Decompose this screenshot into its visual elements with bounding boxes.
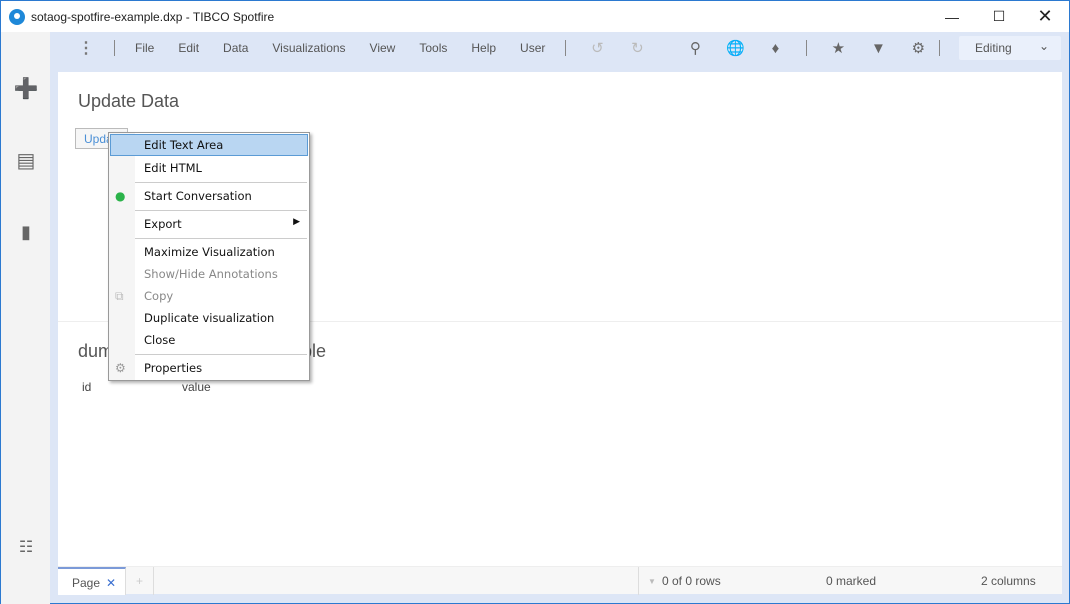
tab-page[interactable]: Page ✕ (58, 567, 126, 595)
menu-item-duplicate[interactable]: Duplicate visualization (110, 307, 308, 329)
bell-icon[interactable]: ♦ (764, 40, 786, 57)
menu-file[interactable]: File (135, 41, 154, 55)
text-area-title: Update Data (78, 91, 180, 111)
label: Export (144, 217, 182, 231)
menu-tools[interactable]: Tools (419, 41, 447, 55)
menu-item-edit-html[interactable]: Edit HTML (110, 157, 308, 179)
submenu-arrow-icon: ▶ (293, 217, 300, 227)
globe-icon[interactable]: 🌐 (724, 39, 746, 57)
tab-label: Page (72, 576, 101, 590)
menu-item-export[interactable]: Export ▶ (110, 213, 308, 235)
maximize-button[interactable]: ☐ (976, 1, 1022, 32)
gear-icon: ⚙ (115, 361, 126, 375)
mode-dropdown[interactable]: Editing ⌄ (959, 36, 1061, 60)
menu-help[interactable]: Help (471, 41, 496, 55)
menu-item-maximize[interactable]: Maximize Visualization (110, 241, 308, 263)
menu-item-properties[interactable]: ⚙ Properties (110, 357, 308, 379)
more-icon[interactable]: ⋮ (78, 38, 94, 58)
menu-item-show-hide-annotations[interactable]: Show/Hide Annotations (110, 263, 308, 285)
menu-visualizations[interactable]: Visualizations (272, 41, 345, 55)
close-tab-icon[interactable]: ✕ (106, 576, 116, 590)
menu-item-start-conversation[interactable]: ● Start Conversation (110, 185, 308, 207)
column-header-value[interactable]: value (182, 380, 211, 394)
column-header-id[interactable]: id (82, 380, 91, 394)
redo-icon[interactable]: ↻ (626, 39, 648, 57)
toolbar: ⋮ File Edit Data Visualizations View Too… (50, 32, 1069, 64)
label: Start Conversation (144, 189, 252, 203)
visualization-icon[interactable]: ▮​ (15, 221, 37, 243)
menu-item-edit-text-area[interactable]: Edit Text Area (110, 134, 308, 156)
data-canvas-icon[interactable]: ☷ (15, 536, 37, 558)
undo-icon[interactable]: ↺ (586, 39, 608, 57)
add-page-icon[interactable]: + (126, 567, 154, 595)
bookmark-icon[interactable]: ★ (827, 39, 849, 57)
add-icon[interactable]: ➕ (14, 77, 39, 100)
row-count: 0 of 0 rows (662, 574, 721, 588)
window-title: sotaog-spotfire-example.dxp - TIBCO Spot… (31, 9, 275, 24)
menu-edit[interactable]: Edit (178, 41, 199, 55)
menu-item-close[interactable]: Close (110, 329, 308, 351)
menu-view[interactable]: View (370, 41, 396, 55)
column-count: 2 columns (981, 574, 1036, 588)
title-bar: sotaog-spotfire-example.dxp - TIBCO Spot… (1, 1, 1069, 32)
search-icon[interactable]: ⚲ (684, 39, 706, 57)
menu-data[interactable]: Data (223, 41, 248, 55)
context-menu: Edit Text Area Edit HTML ● Start Conversa… (108, 132, 310, 381)
chevron-down-icon: ⌄ (1038, 39, 1049, 53)
menu-user[interactable]: User (520, 41, 545, 55)
menu-item-copy[interactable]: ⧉ Copy (110, 285, 308, 307)
caret-down-icon[interactable]: ▼ (648, 577, 656, 586)
minimize-button[interactable]: — (929, 1, 975, 32)
left-sidebar: ➕ ▤ ▮​ ☷ (1, 32, 50, 604)
status-bar: Page ✕ + ▼ 0 of 0 rows 0 marked 2 columns (58, 566, 1062, 595)
filter-icon[interactable]: ▼ (867, 40, 889, 57)
spotfire-logo-icon (9, 8, 25, 25)
mode-label: Editing (975, 41, 1012, 55)
gear-icon[interactable]: ⚙ (907, 39, 929, 57)
conversation-icon: ● (115, 189, 126, 203)
pages-icon[interactable]: ▤ (15, 149, 37, 172)
label: Copy (144, 289, 174, 303)
label: Properties (144, 361, 203, 375)
marked-count: 0 marked (826, 574, 877, 588)
copy-icon: ⧉ (115, 289, 124, 303)
close-button[interactable]: ✕ (1022, 1, 1068, 32)
